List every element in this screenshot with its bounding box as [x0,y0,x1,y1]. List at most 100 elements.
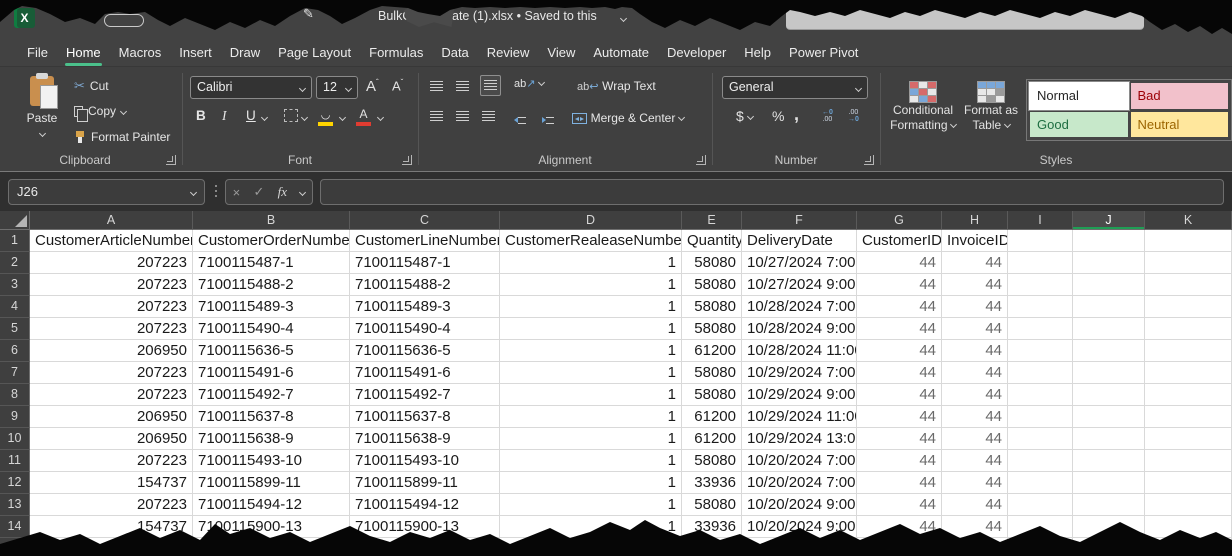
cell-B7[interactable]: 7100115491-6 [193,362,350,384]
top-align-button[interactable] [430,79,443,94]
column-header-K[interactable]: K [1145,211,1232,230]
select-all-button[interactable] [0,211,30,230]
cell-K[interactable] [1145,538,1232,556]
column-header-E[interactable]: E [682,211,742,230]
merge-center-button[interactable]: Merge & Center [572,110,684,125]
cell-F11[interactable]: 10/20/2024 7:00 [742,450,857,472]
row-header-[interactable] [0,538,30,556]
cell-F13[interactable]: 10/20/2024 9:00 [742,494,857,516]
cell-H6[interactable]: 44 [942,340,1008,362]
increase-decimal-button[interactable]: ←0.00 [822,109,833,123]
accounting-format-button[interactable]: $ [736,108,753,124]
cell-E6[interactable]: 61200 [682,340,742,362]
cell-C14[interactable]: 7100115900-13 [350,516,500,538]
cell-style-neutral[interactable]: Neutral [1131,112,1229,138]
cell-F1[interactable]: DeliveryDate [742,230,857,252]
menu-tab-file[interactable]: File [18,40,57,67]
cell-H3[interactable]: 44 [942,274,1008,296]
cell-C9[interactable]: 7100115637-8 [350,406,500,428]
cell-D2[interactable]: 1 [500,252,682,274]
cell-style-normal[interactable]: Normal [1030,83,1128,109]
row-header-9[interactable]: 9 [0,406,30,428]
cell-H11[interactable]: 44 [942,450,1008,472]
menu-tab-page-layout[interactable]: Page Layout [269,40,360,67]
cell-H2[interactable]: 44 [942,252,1008,274]
column-header-G[interactable]: G [857,211,942,230]
cell-F5[interactable]: 10/28/2024 9:00 [742,318,857,340]
font-name-select[interactable]: Calibri [190,76,312,99]
cell-A[interactable] [30,538,193,556]
row-header-1[interactable]: 1 [0,230,30,252]
cell-K8[interactable] [1145,384,1232,406]
copy-button[interactable]: Copy [74,104,126,118]
align-right-button[interactable] [482,109,495,124]
cell-H13[interactable]: 44 [942,494,1008,516]
cell-K11[interactable] [1145,450,1232,472]
cell-E4[interactable]: 58080 [682,296,742,318]
cell-D14[interactable]: 1 [500,516,682,538]
center-button[interactable] [456,109,469,124]
borders-button[interactable] [284,109,307,125]
cell-A13[interactable]: 207223 [30,494,193,516]
cell-J8[interactable] [1073,384,1145,406]
cell-B3[interactable]: 7100115488-2 [193,274,350,296]
cell-B1[interactable]: CustomerOrderNumber [193,230,350,252]
menu-tab-view[interactable]: View [538,40,584,67]
row-header-2[interactable]: 2 [0,252,30,274]
cell-J10[interactable] [1073,428,1145,450]
cell-C10[interactable]: 7100115638-9 [350,428,500,450]
cell-I[interactable] [1008,538,1073,556]
cell-C4[interactable]: 7100115489-3 [350,296,500,318]
cell-G12[interactable]: 44 [857,472,942,494]
cell-B5[interactable]: 7100115490-4 [193,318,350,340]
cell-B4[interactable]: 7100115489-3 [193,296,350,318]
cell-K14[interactable] [1145,516,1232,538]
cell-A6[interactable]: 206950 [30,340,193,362]
fill-color-chevron-icon[interactable] [339,114,346,121]
cell-K13[interactable] [1145,494,1232,516]
cell-B[interactable] [193,538,350,556]
cell-J3[interactable] [1073,274,1145,296]
cell-D6[interactable]: 1 [500,340,682,362]
cell-J2[interactable] [1073,252,1145,274]
cell-D13[interactable]: 1 [500,494,682,516]
cell-D10[interactable]: 1 [500,428,682,450]
cell-G1[interactable]: CustomerID [857,230,942,252]
cell-G13[interactable]: 44 [857,494,942,516]
menu-tab-home[interactable]: Home [57,40,110,67]
cell-J4[interactable] [1073,296,1145,318]
cell-A9[interactable]: 206950 [30,406,193,428]
cell-G4[interactable]: 44 [857,296,942,318]
menu-tab-automate[interactable]: Automate [584,40,658,67]
cell-D12[interactable]: 1 [500,472,682,494]
row-header-14[interactable]: 14 [0,516,30,538]
cell-B12[interactable]: 7100115899-11 [193,472,350,494]
cell-K7[interactable] [1145,362,1232,384]
excel-logo-icon[interactable]: X [14,8,35,28]
cell-B8[interactable]: 7100115492-7 [193,384,350,406]
cell-A4[interactable]: 207223 [30,296,193,318]
menu-tab-formulas[interactable]: Formulas [360,40,432,67]
cell-G2[interactable]: 44 [857,252,942,274]
number-format-select[interactable]: General [722,76,868,99]
name-box[interactable]: J26 [8,179,205,205]
cell-A2[interactable]: 207223 [30,252,193,274]
cell-H1[interactable]: InvoiceID [942,230,1008,252]
cell-I4[interactable] [1008,296,1073,318]
cell-B14[interactable]: 7100115900-13 [193,516,350,538]
font-dialog-launcher-icon[interactable] [402,155,412,165]
cell-E3[interactable]: 58080 [682,274,742,296]
cell-E1[interactable]: Quantity [682,230,742,252]
row-header-12[interactable]: 12 [0,472,30,494]
cell-E5[interactable]: 58080 [682,318,742,340]
increase-indent-button[interactable] [542,111,554,126]
cell-J9[interactable] [1073,406,1145,428]
cell-K4[interactable] [1145,296,1232,318]
menu-tab-insert[interactable]: Insert [170,40,221,67]
cell-I2[interactable] [1008,252,1073,274]
middle-align-button[interactable] [456,79,469,94]
column-header-I[interactable]: I [1008,211,1073,230]
cell-F4[interactable]: 10/28/2024 7:00 [742,296,857,318]
row-header-8[interactable]: 8 [0,384,30,406]
cell-I13[interactable] [1008,494,1073,516]
